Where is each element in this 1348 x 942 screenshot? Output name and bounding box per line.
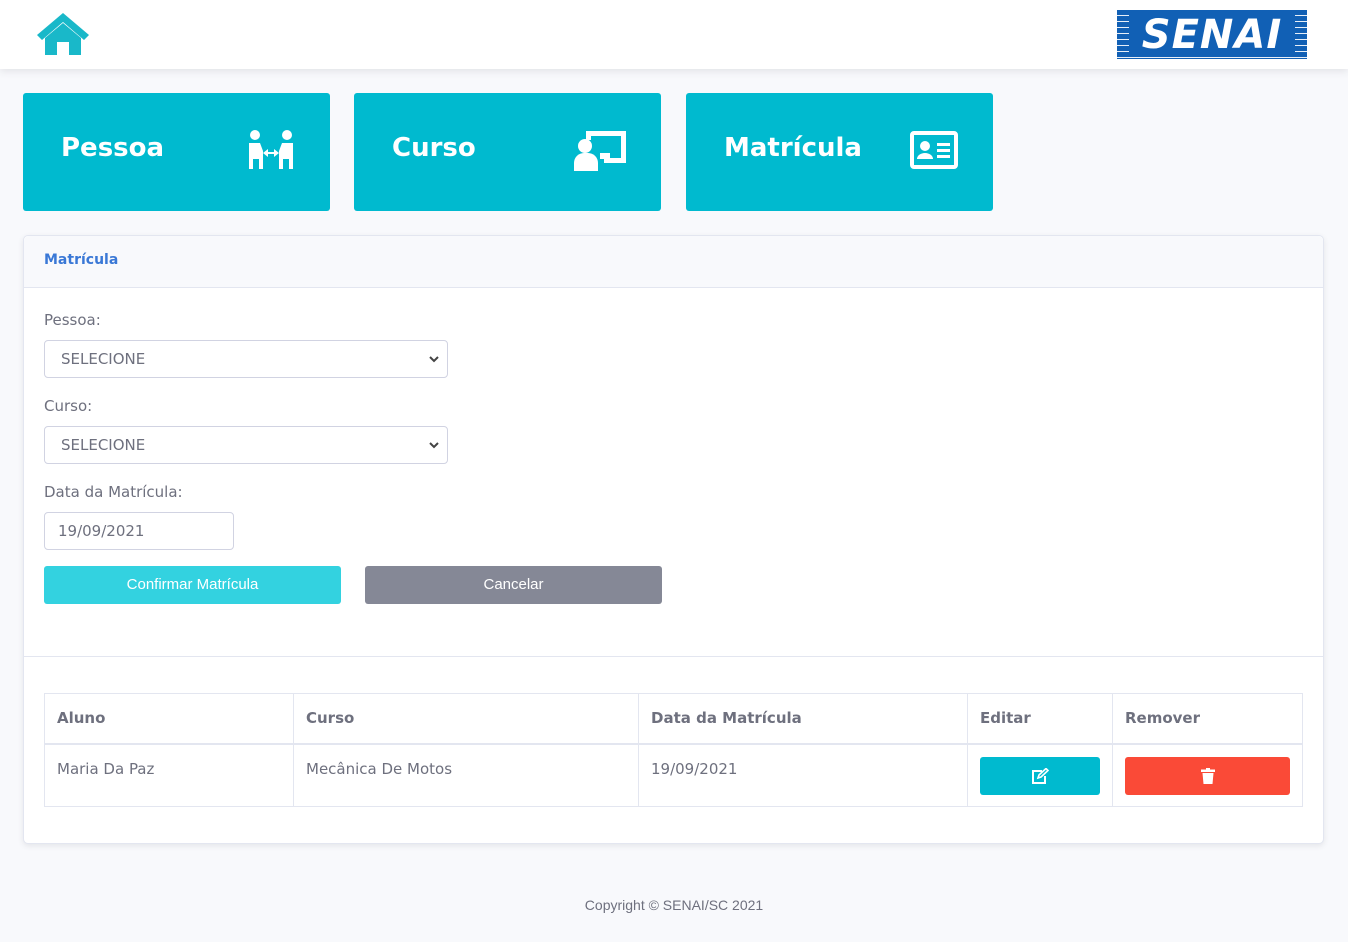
header-editar: Editar: [967, 693, 1113, 745]
tile-curso-label: Curso: [392, 133, 476, 163]
edit-button[interactable]: [980, 756, 1100, 795]
card-header: Matrícula: [24, 236, 1323, 288]
card-title: Matrícula: [44, 252, 119, 268]
header-data: Data da Matrícula: [638, 693, 968, 745]
cell-aluno: Maria Da Paz: [44, 743, 294, 807]
edit-icon: [1032, 767, 1049, 784]
header-curso: Curso: [293, 693, 639, 745]
curso-select[interactable]: SELECIONE: [44, 426, 448, 464]
divider: [24, 656, 1323, 657]
logo-text: SENAI: [1141, 11, 1283, 58]
pessoa-select-value: SELECIONE: [61, 350, 146, 368]
curso-select-value: SELECIONE: [61, 436, 146, 454]
data-matricula-input[interactable]: 19/09/2021: [44, 512, 234, 550]
topbar: SENAI: [0, 0, 1348, 69]
matricula-card: Matrícula Pessoa: SELECIONE Curso: SELEC…: [23, 235, 1324, 844]
pessoa-label: Pessoa:: [44, 311, 101, 329]
data-matricula-label: Data da Matrícula:: [44, 483, 183, 501]
tile-matricula[interactable]: Matrícula: [686, 93, 993, 211]
cell-curso: Mecânica De Motos: [293, 743, 639, 807]
cancel-button[interactable]: Cancelar: [365, 566, 662, 604]
header-remover: Remover: [1112, 693, 1303, 745]
chalkboard-teacher-icon: [574, 131, 626, 171]
pessoa-select[interactable]: SELECIONE: [44, 340, 448, 378]
tile-matricula-label: Matrícula: [724, 133, 862, 163]
curso-label: Curso:: [44, 397, 93, 415]
id-card-icon: [910, 131, 958, 169]
header-aluno: Aluno: [44, 693, 294, 745]
chevron-down-icon: [429, 356, 439, 363]
footer-copyright: Copyright © SENAI/SC 2021: [584, 897, 764, 913]
home-icon[interactable]: [35, 11, 91, 57]
cell-data: 19/09/2021: [638, 743, 968, 807]
remove-button[interactable]: [1125, 756, 1290, 795]
trash-icon: [1200, 767, 1215, 784]
chevron-down-icon: [429, 442, 439, 449]
table-row: Maria Da Paz Mecânica De Motos 19/09/202…: [44, 743, 1303, 807]
tile-curso[interactable]: Curso: [354, 93, 661, 211]
tile-pessoa-label: Pessoa: [61, 133, 165, 163]
tile-pessoa[interactable]: Pessoa: [23, 93, 330, 211]
confirm-matricula-button[interactable]: Confirmar Matrícula: [44, 566, 341, 604]
matriculas-table: Aluno Curso Data da Matrícula Editar Rem…: [44, 693, 1303, 807]
cell-remover: [1112, 743, 1303, 807]
senai-logo: SENAI: [1117, 10, 1307, 59]
table-header-row: Aluno Curso Data da Matrícula Editar Rem…: [44, 693, 1303, 745]
cell-editar: [967, 743, 1113, 807]
people-arrows-icon: [249, 130, 293, 169]
